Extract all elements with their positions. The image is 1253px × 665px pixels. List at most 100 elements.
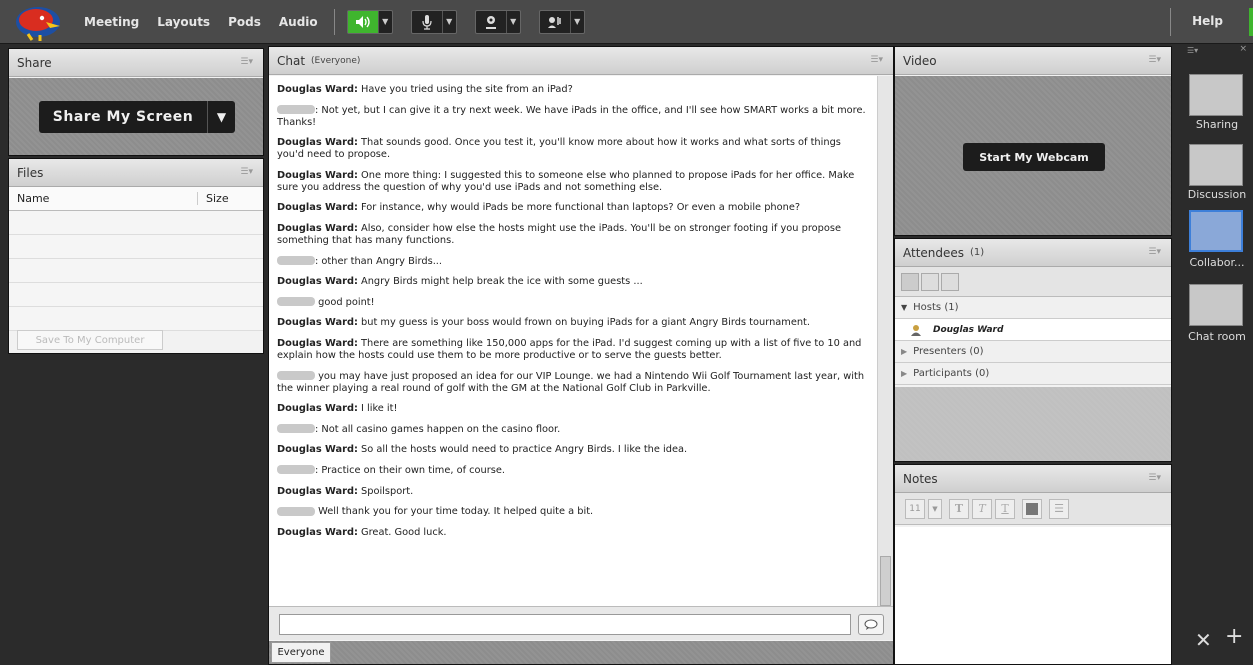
chat-pod-title: Chat [277,53,306,68]
redacted-sender [277,297,315,307]
tools-icon[interactable]: ✕ [1195,628,1212,652]
role-view-icon[interactable] [941,272,959,291]
hosts-group[interactable]: ▼ Hosts (1) [895,297,1171,319]
chat-message: good point! [277,297,867,309]
send-button[interactable] [858,614,884,635]
menu-meeting[interactable]: Meeting [84,15,139,29]
files-pod: Files ☰▾ Name Size Save To My Computer [8,158,264,354]
save-to-computer-button[interactable]: Save To My Computer [17,330,163,350]
chat-message: Douglas Ward: Angry Birds might help bre… [277,276,867,288]
expand-arrow-icon[interactable]: ▶ [901,369,907,378]
files-col-name[interactable]: Name [9,192,197,205]
redacted-sender [277,371,315,381]
chat-text: but my guess is your boss would frown on… [357,317,811,329]
pod-menu-icon[interactable]: ☰▾ [240,167,253,177]
font-size-select[interactable]: 11 [905,498,925,519]
underline-icon[interactable]: T [995,498,1015,519]
presenters-group-label: Presenters (0) [913,346,984,357]
video-pod-header: Video ☰▾ [895,47,1171,75]
pod-menu-icon[interactable]: ☰▾ [1148,247,1161,257]
menu-layouts[interactable]: Layouts [157,15,210,29]
chat-message: Douglas Ward: Also, consider how else th… [277,223,867,247]
chat-text: Also, consider how else the hosts might … [277,222,841,246]
participants-group-label: Participants (0) [913,368,990,379]
speaker-button[interactable]: ▼ [346,9,393,34]
tab-everyone[interactable]: Everyone [271,642,331,663]
chevron-down-icon[interactable]: ▼ [569,10,584,33]
files-pod-header: Files ☰▾ [9,159,263,187]
chevron-down-icon[interactable]: ▼ [377,10,392,33]
help-menu[interactable]: Help [1192,14,1223,28]
raise-hand-icon [547,16,561,28]
attendees-pod-header: Attendees (1) ☰▾ [895,239,1171,267]
expand-arrow-icon[interactable]: ▶ [901,347,907,356]
chevron-down-icon[interactable]: ▼ [441,10,456,33]
start-webcam-button[interactable]: Start My Webcam [963,143,1105,171]
table-row[interactable] [9,259,263,283]
notes-editor[interactable] [895,527,1171,664]
bold-icon[interactable]: T [949,498,969,519]
layout-collaboration-label[interactable]: Collabor... [1181,256,1253,269]
layout-chat-room-thumb[interactable] [1189,284,1243,326]
pod-menu-icon[interactable]: ☰▾ [1148,55,1161,65]
chat-input[interactable] [279,614,851,635]
chat-text: : Practice on their own time, of course. [315,464,506,476]
table-row[interactable] [9,307,263,331]
chevron-down-icon[interactable]: ▼ [505,10,520,33]
grid-view-icon[interactable] [921,272,939,291]
top-menu-bar: Meeting Layouts Pods Audio ▼ ▼ ▼ ▼ Help [0,0,1253,44]
table-row[interactable] [9,235,263,259]
chevron-down-icon[interactable]: ▼ [207,101,235,133]
pod-menu-icon[interactable]: ☰▾ [1148,473,1161,483]
raise-hand-button[interactable]: ▼ [538,9,585,34]
chevron-down-icon[interactable]: ▼ [928,498,942,519]
scrollbar-thumb[interactable] [880,556,891,606]
chat-text: I like it! [357,403,398,415]
files-col-size[interactable]: Size [197,192,263,205]
files-table-header: Name Size [9,187,263,211]
chat-pod-header: Chat (Everyone) ☰▾ [269,47,893,75]
pod-menu-icon[interactable]: ☰▾ [240,57,253,67]
list-view-icon[interactable] [901,272,919,291]
chat-message: Douglas Ward: Spoilsport. [277,486,867,498]
attendee-row[interactable]: Douglas Ward [895,319,1171,341]
host-name: Douglas Ward [933,324,1004,335]
chat-sender: Douglas Ward: [277,84,358,95]
chat-message: Douglas Ward: I like it! [277,403,867,415]
menu-audio[interactable]: Audio [279,15,318,29]
layout-collaboration-thumb[interactable] [1189,210,1243,252]
chat-scrollbar[interactable] [877,76,893,606]
table-row[interactable] [9,211,263,235]
layout-discussion-label[interactable]: Discussion [1181,188,1253,201]
chat-message: you may have just proposed an idea for o… [277,371,867,395]
close-icon[interactable]: × [1239,44,1247,54]
rail-menu-icon[interactable]: ☰▾ [1187,46,1198,55]
webcam-button[interactable]: ▼ [474,9,521,34]
text-color-icon[interactable] [1022,498,1042,519]
chat-message: : Practice on their own time, of course. [277,465,867,477]
participants-group[interactable]: ▶ Participants (0) [895,363,1171,385]
chat-sender: Douglas Ward: [277,317,358,329]
pod-menu-icon[interactable]: ☰▾ [870,55,883,65]
menu-pods[interactable]: Pods [228,15,261,29]
chat-tab-bar: Everyone [269,641,893,664]
chat-message: Douglas Ward: Have you tried using the s… [277,84,867,96]
chat-text: Angry Birds might help break the ice wit… [357,276,643,288]
redacted-sender [277,105,315,115]
layout-discussion-thumb[interactable] [1189,144,1243,186]
italic-icon[interactable]: T [972,498,992,519]
table-row[interactable] [9,283,263,307]
bullet-list-icon[interactable]: ☰ [1049,498,1069,519]
layout-sharing-thumb[interactable] [1189,74,1243,116]
layout-chat-room-label[interactable]: Chat room [1181,330,1253,343]
microphone-button[interactable]: ▼ [410,9,457,34]
redacted-sender [277,506,315,516]
layout-sharing-label[interactable]: Sharing [1181,118,1253,131]
collapse-arrow-icon[interactable]: ▼ [901,303,907,312]
presenters-group[interactable]: ▶ Presenters (0) [895,341,1171,363]
redacted-sender [277,256,315,266]
add-layout-icon[interactable]: + [1225,624,1243,649]
notes-toolbar: 11 ▼ T T T ☰ [895,493,1171,525]
chat-message: Douglas Ward: For instance, why would iP… [277,202,867,214]
share-my-screen-button[interactable]: Share My Screen ▼ [39,101,235,133]
